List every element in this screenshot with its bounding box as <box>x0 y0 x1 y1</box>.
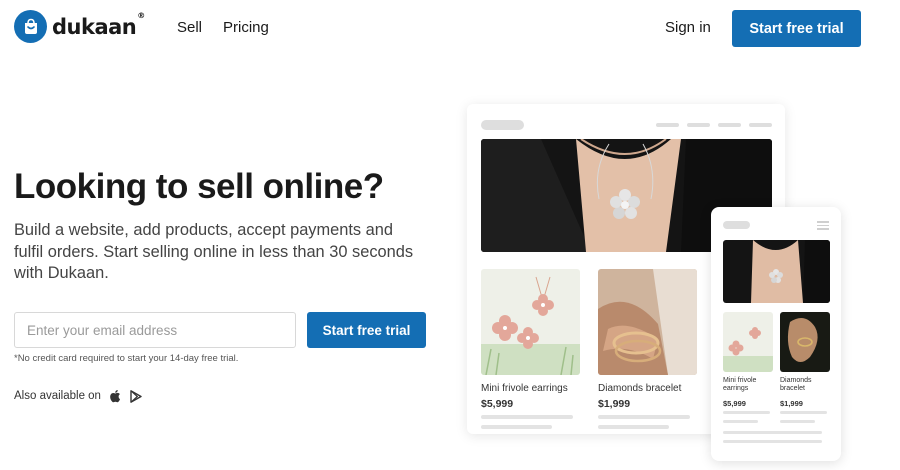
mock-logo-placeholder <box>723 221 750 229</box>
mock-text-placeholder <box>723 440 822 443</box>
mock-text-placeholder <box>780 411 827 414</box>
product-name: Diamonds bracelet <box>780 377 812 392</box>
email-input[interactable] <box>14 312 296 348</box>
product-price: $5,999 <box>723 399 746 408</box>
nav-link-sell[interactable]: Sell <box>177 19 202 36</box>
hero-subhead: Build a website, add products, accept pa… <box>14 221 414 282</box>
hero-start-free-trial-button[interactable]: Start free trial <box>307 312 426 348</box>
hero-headline: Looking to sell online? <box>14 167 384 206</box>
hamburger-menu-icon <box>817 221 829 232</box>
brand-name: dukaan® <box>52 10 145 39</box>
mock-logo-placeholder <box>481 120 524 130</box>
product-price: $1,999 <box>780 399 803 408</box>
earrings-product-image <box>723 312 773 372</box>
mock-nav-placeholder <box>687 123 710 127</box>
dukaan-logo[interactable]: dukaan® <box>14 10 145 43</box>
no-credit-card-note: *No credit card required to start your 1… <box>14 353 239 364</box>
hand-product-image <box>780 312 830 372</box>
nav-link-pricing[interactable]: Pricing <box>223 19 269 36</box>
product-name: Mini frivole earrings <box>723 377 757 392</box>
mock-text-placeholder <box>723 420 758 423</box>
product-price: $5,999 <box>481 398 514 410</box>
earrings-product-image <box>481 269 580 375</box>
mock-text-placeholder <box>481 415 573 419</box>
bracelet-product-image <box>598 269 697 375</box>
also-available-label: Also available on <box>14 390 101 402</box>
registered-mark: ® <box>137 10 145 20</box>
nav-start-free-trial-button[interactable]: Start free trial <box>732 10 861 47</box>
product-name: Diamonds bracelet <box>598 383 682 394</box>
sign-in-link[interactable]: Sign in <box>665 19 711 36</box>
mock-nav-placeholder <box>749 123 772 127</box>
also-available-row: Also available on <box>14 389 142 403</box>
product-name: Mini frivole earrings <box>481 383 568 394</box>
mock-text-placeholder <box>723 411 770 414</box>
product-price: $1,999 <box>598 398 631 410</box>
shopping-bag-icon <box>14 10 47 43</box>
mock-text-placeholder <box>723 431 822 434</box>
top-nav: dukaan® Sell Pricing Sign in Start free … <box>0 0 900 56</box>
mock-text-placeholder <box>481 425 552 429</box>
mock-nav-placeholder <box>656 123 679 127</box>
phone-store-mockup: Mini frivole earrings $5,999 Diamonds br… <box>711 207 841 461</box>
google-play-icon[interactable] <box>130 389 142 403</box>
mock-text-placeholder <box>780 420 815 423</box>
mock-text-placeholder <box>598 415 690 419</box>
apple-icon[interactable] <box>109 389 121 403</box>
mock-text-placeholder <box>598 425 669 429</box>
necklace-banner-image <box>723 240 830 303</box>
mock-nav-placeholder <box>718 123 741 127</box>
